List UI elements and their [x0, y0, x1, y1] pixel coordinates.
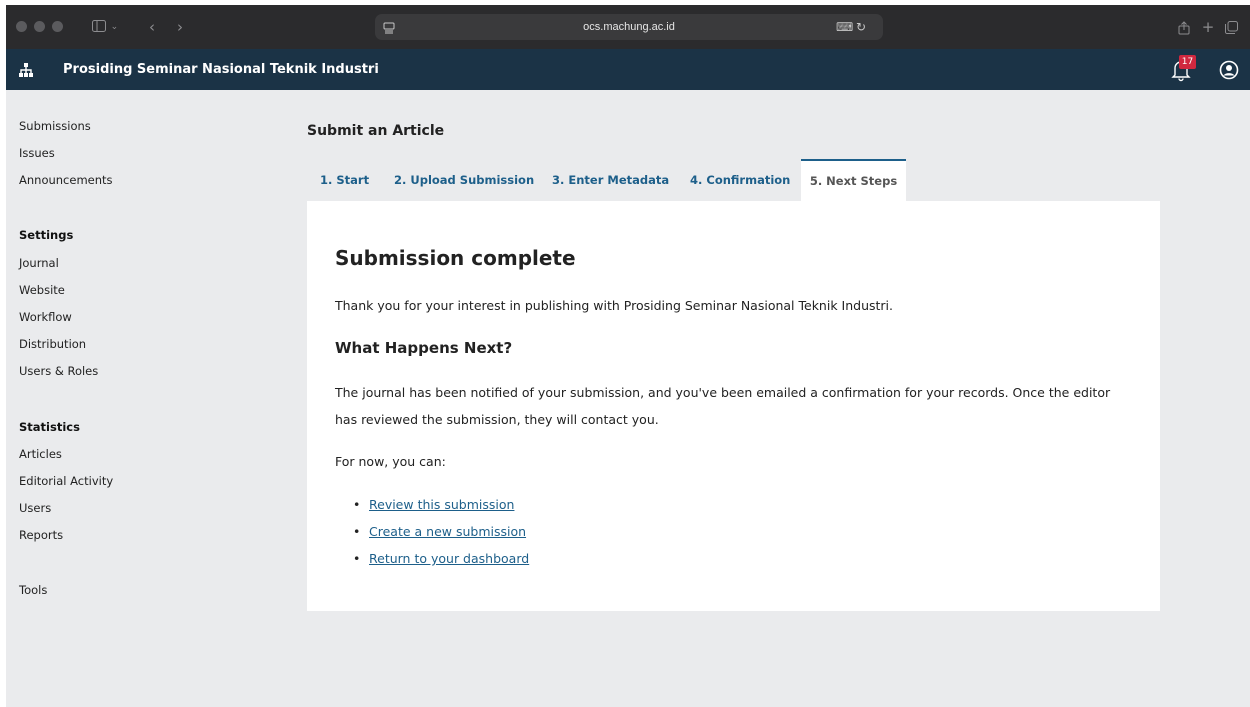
tab-enter-metadata[interactable]: 3. Enter Metadata	[552, 159, 669, 201]
forward-icon[interactable]: ›	[172, 15, 188, 39]
page-title: Submit an Article	[307, 123, 445, 139]
sidebar-heading-settings: Settings	[19, 228, 74, 242]
sidebar-item-tools[interactable]: Tools	[19, 583, 47, 597]
sidebar-heading-statistics: Statistics	[19, 420, 80, 434]
list-item: Create a new submission	[353, 518, 529, 545]
sidebar-item-users-roles[interactable]: Users & Roles	[19, 364, 98, 378]
sidebar-toggle-icon[interactable]: ⌄	[90, 15, 120, 39]
tab-next-steps[interactable]: 5. Next Steps	[801, 159, 906, 201]
url-text: ocs.machung.ac.id	[583, 21, 675, 33]
sidebar-item-articles[interactable]: Articles	[19, 447, 62, 461]
for-now-text: For now, you can:	[335, 454, 446, 469]
tab-upload-submission[interactable]: 2. Upload Submission	[394, 159, 534, 201]
sidebar-item-announcements[interactable]: Announcements	[19, 173, 113, 187]
app-header: Prosiding Seminar Nasional Teknik Indust…	[6, 49, 1250, 90]
thanks-text: Thank you for your interest in publishin…	[335, 298, 894, 313]
address-bar[interactable]: ocs.machung.ac.id ⌨ ↻	[375, 14, 883, 40]
tab-confirmation[interactable]: 4. Confirmation	[690, 159, 790, 201]
next-steps-text: The journal has been notified of your su…	[335, 385, 1111, 427]
sidebar-item-website[interactable]: Website	[19, 283, 65, 297]
content-panel: Submission complete Thank you for your i…	[307, 201, 1160, 611]
user-circle-icon[interactable]	[1219, 60, 1239, 80]
list-item: Return to your dashboard	[353, 545, 529, 572]
submission-complete-heading: Submission complete	[335, 246, 576, 270]
next-actions-list: Review this submission Create a new subm…	[353, 491, 529, 572]
minimize-window-button[interactable]	[34, 21, 45, 32]
sidebar-item-reports[interactable]: Reports	[19, 528, 63, 542]
review-submission-link[interactable]: Review this submission	[369, 497, 514, 512]
sidebar-item-users[interactable]: Users	[19, 501, 51, 515]
sidebar-item-issues[interactable]: Issues	[19, 146, 55, 160]
back-icon[interactable]: ‹	[144, 15, 160, 39]
sidebar-item-submissions[interactable]: Submissions	[19, 119, 91, 133]
sidebar-item-workflow[interactable]: Workflow	[19, 310, 72, 324]
create-submission-link[interactable]: Create a new submission	[369, 524, 526, 539]
zoom-window-button[interactable]	[52, 21, 63, 32]
sidebar-item-journal[interactable]: Journal	[19, 256, 59, 270]
what-happens-next-heading: What Happens Next?	[335, 339, 513, 357]
browser-window: ⌄ ‹ › ocs.machung.ac.id ⌨ ↻ + Prosiding …	[6, 5, 1250, 707]
new-tab-icon[interactable]: +	[1200, 15, 1216, 39]
share-icon[interactable]	[1176, 15, 1192, 39]
translate-icon[interactable]: ⌨	[836, 14, 853, 40]
tabs-overview-icon[interactable]	[1223, 15, 1239, 39]
tab-start[interactable]: 1. Start	[320, 159, 369, 201]
reload-icon[interactable]: ↻	[856, 14, 866, 40]
list-item: Review this submission	[353, 491, 529, 518]
return-dashboard-link[interactable]: Return to your dashboard	[369, 551, 529, 566]
sidebar-item-distribution[interactable]: Distribution	[19, 337, 86, 351]
close-window-button[interactable]	[16, 21, 27, 32]
browser-toolbar: ⌄ ‹ › ocs.machung.ac.id ⌨ ↻ +	[6, 5, 1250, 49]
notification-badge: 17	[1179, 55, 1196, 69]
sitemap-icon[interactable]	[18, 62, 34, 78]
sidebar-item-editorial-activity[interactable]: Editorial Activity	[19, 474, 113, 488]
app-title[interactable]: Prosiding Seminar Nasional Teknik Indust…	[63, 49, 379, 90]
